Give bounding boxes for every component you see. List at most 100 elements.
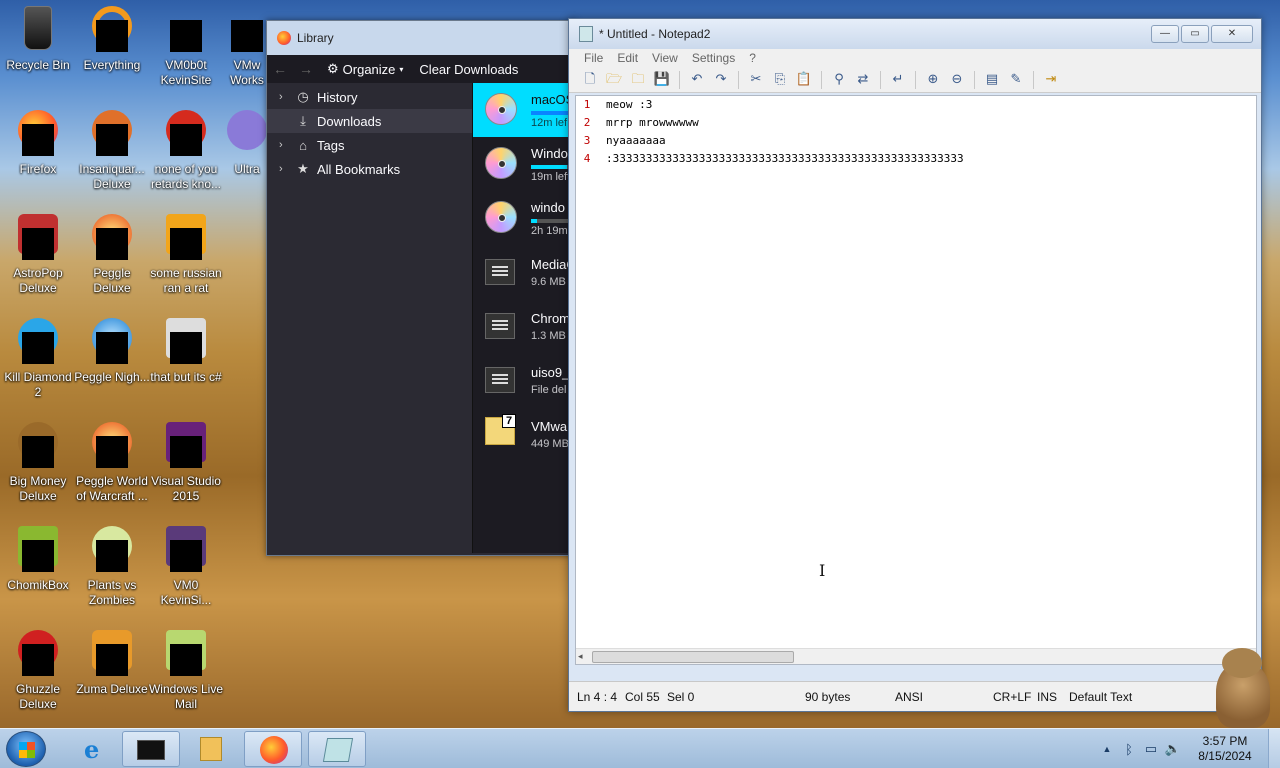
status-line-ending[interactable]: CR+LF <box>993 690 1031 704</box>
browse-icon[interactable]: 🗀 <box>627 70 649 90</box>
download-item[interactable]: windo 2h 19m <box>473 191 575 245</box>
desktop-icon-vmw[interactable]: VMw Works <box>222 6 272 88</box>
find-icon[interactable]: ⚲ <box>828 70 850 90</box>
clear-downloads-button[interactable]: Clear Downloads <box>411 62 526 77</box>
menu-edit[interactable]: Edit <box>610 51 645 65</box>
redo-icon[interactable]: ↷ <box>710 70 732 90</box>
vm-icon <box>162 6 210 54</box>
show-hidden-icons-button[interactable]: ▲ <box>1096 744 1118 754</box>
new-file-icon[interactable]: 🗋 <box>579 70 601 90</box>
desktop-icon-pvz[interactable]: Plants vs Zombies <box>74 526 150 608</box>
desktop-icon-none-of-you[interactable]: none of you retards kno... <box>148 110 224 192</box>
open-folder-icon[interactable]: 🗁 <box>603 70 625 90</box>
clock[interactable]: 3:57 PM 8/15/2024 <box>1190 734 1260 764</box>
word-wrap-icon[interactable]: ↵ <box>887 70 909 90</box>
horizontal-scrollbar[interactable]: ◂ <box>576 648 1256 664</box>
save-icon[interactable]: 💾 <box>651 70 673 90</box>
cut-icon[interactable]: ✂ <box>745 70 767 90</box>
organize-button[interactable]: ⚙ Organize ▾ <box>319 61 411 77</box>
menu-settings[interactable]: Settings <box>685 51 742 65</box>
maximize-button[interactable]: ▭ <box>1181 25 1209 43</box>
exit-icon[interactable]: ⇥ <box>1040 70 1062 90</box>
desktop-icon-ghuzzle[interactable]: Ghuzzle Deluxe <box>0 630 76 712</box>
taskbar-notepad2[interactable] <box>308 731 366 767</box>
tree-item-tags[interactable]: › ⌂ Tags <box>267 133 472 157</box>
taskbar-terminal[interactable] <box>122 731 180 767</box>
chevron-right-icon[interactable]: › <box>279 91 289 103</box>
download-item[interactable]: Chrom 1.3 MB <box>473 299 575 353</box>
menu-view[interactable]: View <box>645 51 685 65</box>
download-item[interactable]: 7 VMwar 449 MB <box>473 407 575 461</box>
scroll-left-icon[interactable]: ◂ <box>578 649 583 665</box>
menu-help[interactable]: ? <box>742 51 763 65</box>
terminal-icon <box>137 740 165 760</box>
chevron-right-icon[interactable]: › <box>279 139 289 151</box>
disc-image-icon <box>485 201 519 235</box>
minimize-button[interactable]: — <box>1151 25 1179 43</box>
paste-icon[interactable]: 📋 <box>793 70 815 90</box>
chevron-right-icon[interactable]: › <box>279 163 289 175</box>
notepad-titlebar[interactable]: * Untitled - Notepad2 — ▭ ✕ <box>569 19 1261 49</box>
desktop-icon-chomikbox[interactable]: ChomikBox <box>0 526 76 593</box>
desktop-icon-vm0b0t[interactable]: VM0b0t KevinSite <box>148 6 224 88</box>
firefox-icon <box>14 110 62 158</box>
zoom-in-icon[interactable]: ⊕ <box>922 70 944 90</box>
status-encoding[interactable]: ANSI <box>895 690 923 704</box>
show-desktop-button[interactable] <box>1268 729 1280 768</box>
desktop-icon-big-money[interactable]: Big Money Deluxe <box>0 422 76 504</box>
desktop-icon-label: VMw Works <box>230 58 264 87</box>
desktop-icon-firefox[interactable]: Firefox <box>0 110 76 177</box>
copy-icon[interactable]: ⎘ <box>769 70 791 90</box>
zuma-icon <box>88 630 136 678</box>
close-button[interactable]: ✕ <box>1211 25 1253 43</box>
download-item[interactable]: uiso9_p File del <box>473 353 575 407</box>
desktop-icon-peggle[interactable]: Peggle Deluxe <box>74 214 150 296</box>
tree-item-history[interactable]: › ◷ History <box>267 85 472 109</box>
desktop-icon-vs2015[interactable]: Visual Studio 2015 <box>148 422 224 504</box>
bluetooth-icon[interactable]: ᛒ <box>1118 742 1140 757</box>
download-item[interactable]: MediaC 9.6 MB <box>473 245 575 299</box>
editor-line: 2 mrrp mrowwwwww <box>576 114 699 132</box>
desktop-icon-peggle-nights[interactable]: Peggle Nigh... <box>74 318 150 385</box>
tree-item-all-bookmarks[interactable]: › ★ All Bookmarks <box>267 157 472 181</box>
text-editor[interactable]: 1 meow :3 2 mrrp mrowwwwww 3 nyaaaaaaa 4… <box>575 95 1257 665</box>
download-item[interactable]: macOS 12m lef <box>473 83 575 137</box>
replace-icon[interactable]: ⇄ <box>852 70 874 90</box>
undo-icon[interactable]: ↶ <box>686 70 708 90</box>
desktop-icon-insaniquarium[interactable]: Insaniquar... Deluxe <box>74 110 150 192</box>
desktop-icon-ultra[interactable]: Ultra <box>222 110 272 177</box>
scheme-icon[interactable]: ▤ <box>981 70 1003 90</box>
volume-icon[interactable]: 🔈 <box>1162 741 1184 757</box>
forward-button[interactable]: → <box>293 61 319 77</box>
download-item[interactable]: Windo 19m left <box>473 137 575 191</box>
desktop-icon-astropop[interactable]: AstroPop Deluxe <box>0 214 76 296</box>
desktop-icon-peggle-wow[interactable]: Peggle World of Warcraft ... <box>74 422 150 504</box>
zoom-out-icon[interactable]: ⊖ <box>946 70 968 90</box>
desktop-icon-label: VM0 KevinSi... <box>160 578 212 607</box>
archive-icon: 7 <box>485 414 519 451</box>
desktop-icon-label: Peggle World of Warcraft ... <box>76 474 148 503</box>
library-tree: › ◷ History ⤓ Downloads › ⌂ Tags › ★ All… <box>267 83 473 553</box>
customize-icon[interactable]: ✎ <box>1005 70 1027 90</box>
desktop-icon-live-mail[interactable]: Windows Live Mail <box>148 630 224 712</box>
start-button[interactable] <box>6 731 46 767</box>
back-button[interactable]: ← <box>267 61 293 77</box>
taskbar-media-player[interactable] <box>182 731 240 767</box>
line-text: :333333333333333333333333333333333333333… <box>606 152 964 165</box>
desktop-icon-everything[interactable]: Everything <box>74 6 150 73</box>
network-icon[interactable]: ▭ <box>1140 741 1162 757</box>
desktop-icon-russian[interactable]: some russian ran a rat <box>148 214 224 296</box>
vmware-icon <box>223 6 271 54</box>
desktop-icon-csharp[interactable]: that but its c# <box>148 318 224 385</box>
desktop-icon-recycle-bin[interactable]: Recycle Bin <box>0 6 76 73</box>
desktop-icon-zuma[interactable]: Zuma Deluxe <box>74 630 150 697</box>
taskbar-firefox[interactable] <box>244 731 302 767</box>
menu-file[interactable]: File <box>577 51 610 65</box>
desktop-icon-vm0-kevinsi[interactable]: VM0 KevinSi... <box>148 526 224 608</box>
taskbar-internet-explorer[interactable]: e <box>70 731 128 767</box>
desktop-icon-kill-diamond[interactable]: Kill Diamond 2 <box>0 318 76 400</box>
tree-item-downloads[interactable]: ⤓ Downloads <box>267 109 472 133</box>
scrollbar-thumb[interactable] <box>592 651 794 663</box>
library-titlebar[interactable]: Library <box>267 21 575 55</box>
status-scheme[interactable]: Default Text <box>1069 690 1132 704</box>
